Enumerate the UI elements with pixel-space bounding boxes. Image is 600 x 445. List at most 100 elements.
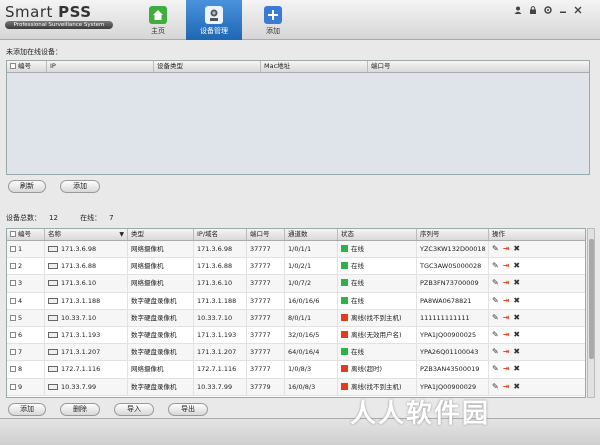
col-no[interactable]: 编号 bbox=[7, 229, 45, 240]
table-row[interactable]: 4 171.3.1.188 数字硬盘录像机 171.3.1.188 37777 16/0/… bbox=[7, 292, 585, 310]
row-type: 网络摄像机 bbox=[131, 245, 164, 253]
row-checkbox[interactable] bbox=[10, 280, 16, 287]
row-checkbox[interactable] bbox=[10, 297, 16, 304]
total-count: 12 bbox=[49, 214, 58, 222]
row-checkbox[interactable] bbox=[10, 246, 16, 252]
cell: 16/0/16/6 bbox=[285, 292, 338, 309]
settings-icon[interactable] bbox=[543, 5, 553, 15]
online-col-port[interactable]: 端口号 bbox=[368, 61, 589, 72]
export-button[interactable]: 导出 bbox=[168, 403, 208, 416]
login-icon[interactable]: ⇥ bbox=[503, 275, 510, 291]
edit-icon[interactable]: ✎ bbox=[492, 275, 499, 291]
cell: 37777 bbox=[247, 241, 285, 258]
login-icon[interactable]: ⇥ bbox=[503, 327, 510, 343]
col-type[interactable]: 类型 bbox=[128, 229, 194, 240]
edit-icon[interactable]: ✎ bbox=[492, 344, 499, 360]
device-icon bbox=[48, 366, 58, 373]
device-icon bbox=[48, 297, 58, 304]
delete-icon[interactable]: ✖ bbox=[513, 379, 520, 395]
edit-icon[interactable]: ✎ bbox=[492, 361, 499, 377]
col-port[interactable]: 端口号 bbox=[247, 229, 285, 240]
table-row[interactable]: 1 171.3.6.98 网络摄像机 171.3.6.98 37777 1/0/1/1 在线… bbox=[7, 241, 585, 259]
minimize-icon[interactable] bbox=[558, 5, 568, 15]
table-row[interactable]: 7 171.3.1.207 数字硬盘录像机 171.3.1.207 37777 64/0/… bbox=[7, 344, 585, 362]
row-no: 8 bbox=[18, 365, 23, 374]
table-row[interactable]: 8 172.7.1.116 网络摄像机 172.7.1.116 37777 1/0/8/3… bbox=[7, 361, 585, 379]
login-icon[interactable]: ⇥ bbox=[503, 293, 510, 309]
online-col-ip[interactable]: IP bbox=[47, 61, 154, 72]
edit-icon[interactable]: ✎ bbox=[492, 327, 499, 343]
login-icon[interactable]: ⇥ bbox=[503, 379, 510, 395]
delete-icon[interactable]: ✖ bbox=[513, 275, 520, 291]
online-table-header: 编号 IP 设备类型 Mac地址 端口号 bbox=[7, 61, 589, 73]
table-row[interactable]: 5 10.33.7.10 数字硬盘录像机 10.33.7.10 37777 8/0/1/1… bbox=[7, 309, 585, 327]
device-table-scrollbar[interactable] bbox=[587, 228, 595, 398]
delete-icon[interactable]: ✖ bbox=[513, 310, 520, 326]
user-icon[interactable] bbox=[513, 5, 523, 15]
login-icon[interactable]: ⇥ bbox=[503, 310, 510, 326]
col-channels[interactable]: 通道数 bbox=[285, 229, 338, 240]
delete-icon[interactable]: ✖ bbox=[513, 258, 520, 274]
row-checkbox[interactable] bbox=[10, 383, 16, 390]
edit-icon[interactable]: ✎ bbox=[492, 379, 499, 395]
delete-icon[interactable]: ✖ bbox=[513, 344, 520, 360]
login-icon[interactable]: ⇥ bbox=[503, 361, 510, 377]
cell: 171.3.6.10 bbox=[194, 275, 247, 292]
add-device-button[interactable]: 添加 bbox=[8, 403, 46, 416]
cell: 10.33.7.10 bbox=[45, 309, 128, 326]
row-status: 离线(找不到主机) bbox=[351, 313, 402, 322]
edit-icon[interactable]: ✎ bbox=[492, 258, 499, 274]
nav-device-manager[interactable]: 设备管理 bbox=[186, 0, 242, 40]
edit-icon[interactable]: ✎ bbox=[492, 293, 499, 309]
close-icon[interactable] bbox=[573, 5, 583, 15]
online-col-mac[interactable]: Mac地址 bbox=[261, 61, 368, 72]
select-all-checkbox[interactable] bbox=[10, 63, 16, 69]
col-name[interactable]: 名称 ▼ bbox=[45, 229, 128, 240]
edit-icon[interactable]: ✎ bbox=[492, 310, 499, 326]
table-row[interactable]: 9 10.33.7.99 数字硬盘录像机 10.33.7.99 37779 16/0/8/… bbox=[7, 378, 585, 396]
app-subtitle: Professional Surveillance System bbox=[5, 21, 113, 29]
delete-icon[interactable]: ✖ bbox=[513, 241, 520, 257]
row-serial: YPA1JQ00900025 bbox=[420, 330, 477, 339]
col-ip[interactable]: IP/域名 bbox=[194, 229, 247, 240]
cell: ✎ ⇥ ✖ bbox=[489, 241, 585, 257]
login-icon[interactable]: ⇥ bbox=[503, 344, 510, 360]
row-name: 171.3.1.193 bbox=[61, 330, 101, 339]
edit-icon[interactable]: ✎ bbox=[492, 241, 499, 257]
table-row[interactable]: 2 171.3.6.88 网络摄像机 171.3.6.88 37777 1/0/2/1 在线… bbox=[7, 258, 585, 276]
row-checkbox[interactable] bbox=[10, 349, 16, 356]
row-checkbox[interactable] bbox=[10, 263, 16, 270]
sort-down-icon[interactable]: ▼ bbox=[119, 229, 124, 240]
table-row[interactable]: 3 171.3.6.10 网络摄像机 171.3.6.10 37777 1/0/7/2 在线… bbox=[7, 275, 585, 293]
col-serial[interactable]: 序列号 bbox=[417, 229, 489, 240]
import-button[interactable]: 导入 bbox=[114, 403, 154, 416]
login-icon[interactable]: ⇥ bbox=[503, 241, 510, 257]
login-icon[interactable]: ⇥ bbox=[503, 258, 510, 274]
device-icon bbox=[48, 314, 58, 321]
nav-home[interactable]: 主页 bbox=[130, 0, 186, 40]
select-all-devices-checkbox[interactable] bbox=[10, 231, 16, 237]
row-type: 数字硬盘录像机 bbox=[131, 313, 177, 322]
delete-icon[interactable]: ✖ bbox=[513, 361, 520, 377]
nav-add[interactable]: 添加 bbox=[245, 0, 301, 40]
online-col-type[interactable]: 设备类型 bbox=[154, 61, 261, 72]
scrollbar-thumb[interactable] bbox=[589, 239, 594, 359]
cell: ✎ ⇥ ✖ bbox=[489, 344, 585, 360]
row-checkbox[interactable] bbox=[10, 314, 16, 321]
col-status[interactable]: 状态 bbox=[338, 229, 417, 240]
cell: 171.3.6.98 bbox=[194, 241, 247, 258]
row-checkbox[interactable] bbox=[10, 331, 16, 338]
cell: TGC3AW0S000028 bbox=[417, 258, 489, 275]
row-name: 10.33.7.99 bbox=[61, 382, 97, 391]
bottom-bar bbox=[0, 418, 600, 445]
add-online-button[interactable]: 添加 bbox=[60, 180, 100, 193]
delete-icon[interactable]: ✖ bbox=[513, 327, 520, 343]
delete-device-button[interactable]: 删除 bbox=[60, 403, 100, 416]
lock-icon[interactable] bbox=[528, 5, 538, 15]
row-status: 在线 bbox=[351, 262, 364, 271]
online-col-no[interactable]: 编号 bbox=[7, 61, 47, 72]
row-checkbox[interactable] bbox=[10, 366, 16, 373]
table-row[interactable]: 6 171.3.1.193 数字硬盘录像机 171.3.1.193 37777 32/0/… bbox=[7, 326, 585, 345]
refresh-button[interactable]: 刷新 bbox=[8, 180, 46, 193]
delete-icon[interactable]: ✖ bbox=[513, 293, 520, 309]
